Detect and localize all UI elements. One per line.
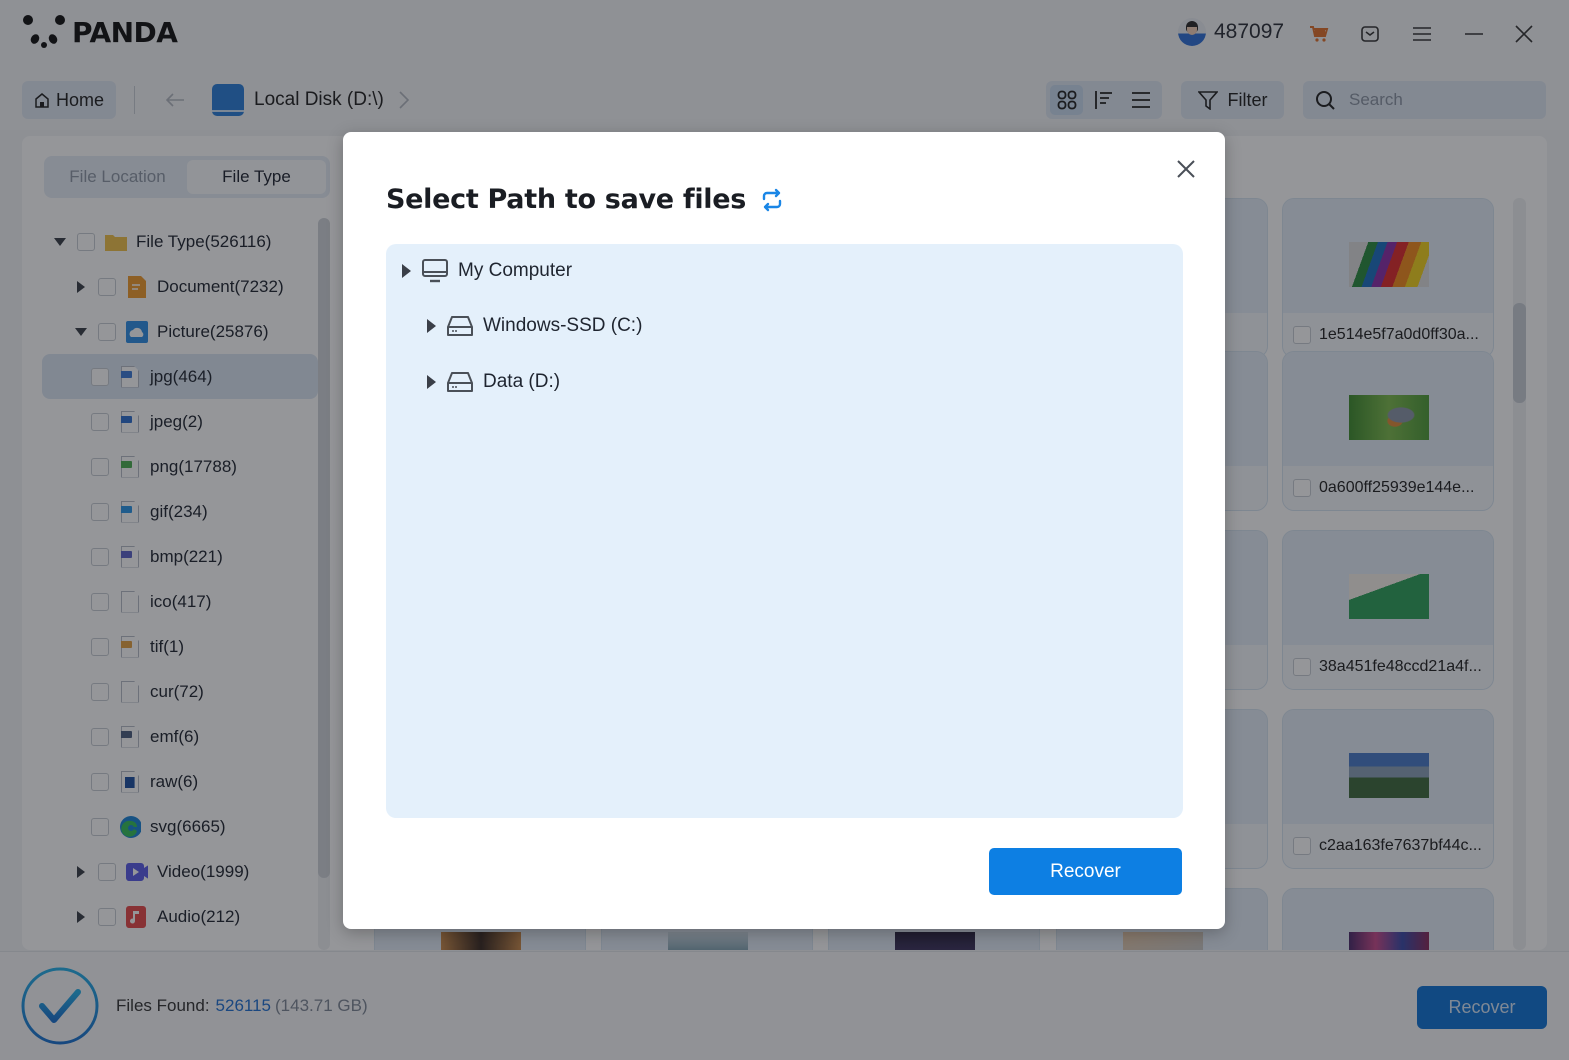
path-item-my-computer[interactable]: My Computer [400,259,572,283]
drive-icon [447,372,473,392]
path-tree-panel: My Computer Windows-SSD (C:) Data (D:) [386,244,1183,818]
drive-icon [447,316,473,336]
close-icon [1177,160,1195,178]
dialog-close-button[interactable] [1173,156,1199,182]
path-item-windows-ssd[interactable]: Windows-SSD (C:) [425,315,642,337]
caret-right-icon[interactable] [400,264,412,278]
computer-icon [422,259,448,283]
caret-right-icon[interactable] [425,319,437,333]
path-item-label: My Computer [458,260,573,281]
select-path-dialog: Select Path to save files My Computer Wi… [343,132,1225,929]
dialog-recover-button[interactable]: Recover [989,848,1182,895]
path-item-label: Data (D:) [483,371,561,392]
dialog-title: Select Path to save files [386,184,784,215]
path-item-data-d[interactable]: Data (D:) [425,371,560,393]
dialog-title-text: Select Path to save files [386,184,747,215]
refresh-icon[interactable] [760,188,784,212]
caret-right-icon[interactable] [425,375,437,389]
path-item-label: Windows-SSD (C:) [483,315,643,336]
